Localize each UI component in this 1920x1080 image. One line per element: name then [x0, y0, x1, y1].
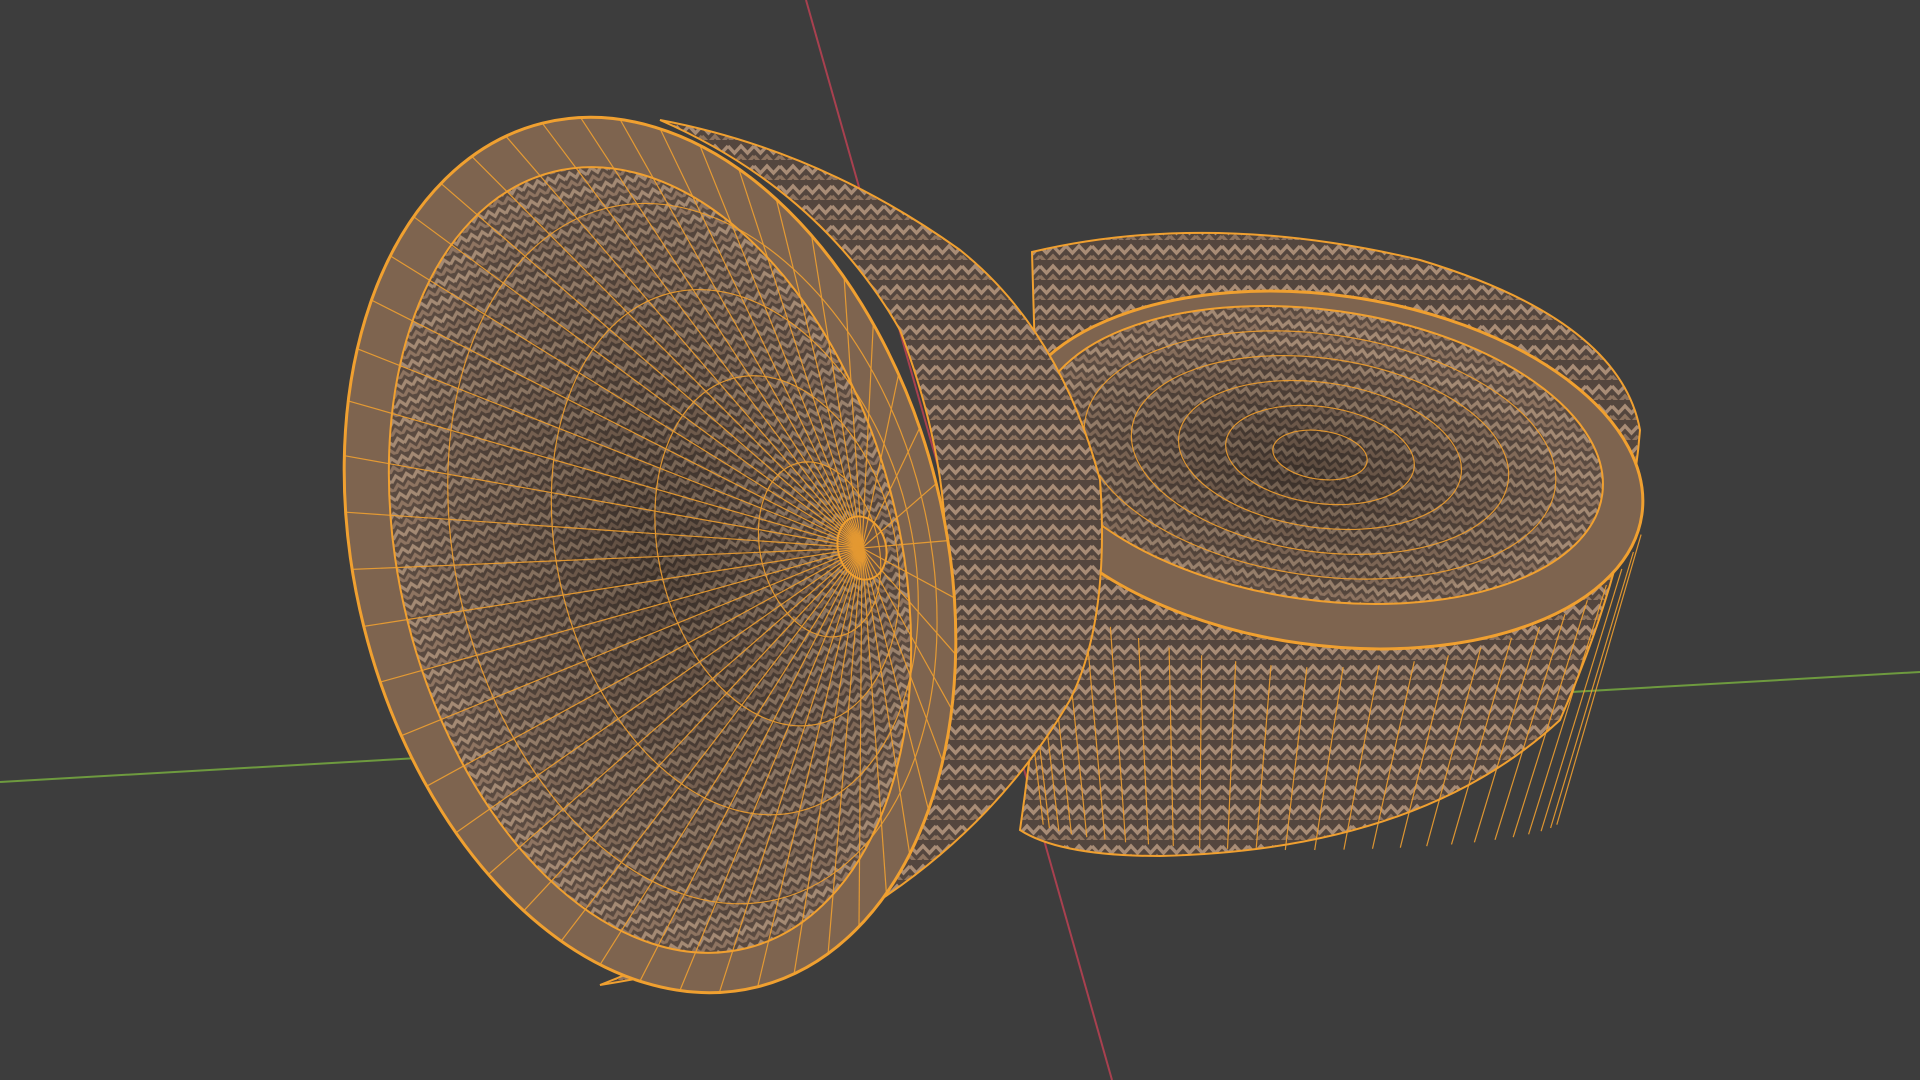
viewport-canvas — [0, 0, 1920, 1080]
3d-viewport[interactable] — [0, 0, 1920, 1080]
basket-left — [342, 115, 1103, 995]
